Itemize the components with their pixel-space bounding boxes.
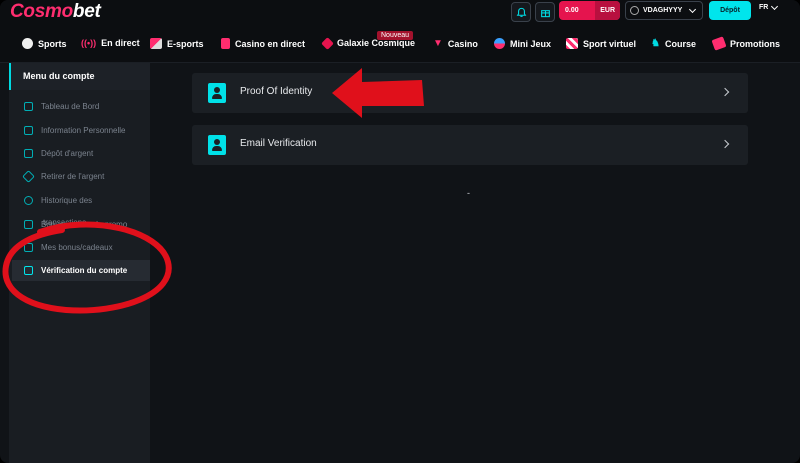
- nav-item-promotions[interactable]: Promotions: [711, 36, 781, 51]
- nav-item-esports[interactable]: E-sports: [150, 38, 204, 49]
- horse-icon: ♞: [651, 38, 660, 49]
- cocktail-icon: ▼: [433, 38, 443, 49]
- logo-part1: Cosmo: [10, 1, 73, 22]
- sidebar-item-label: Dépôt d'argent: [41, 149, 94, 158]
- annotation-arrow: [332, 68, 424, 118]
- slot-icon: [494, 38, 505, 49]
- id-badge-icon: [208, 135, 226, 155]
- nav-label: Course: [664, 38, 696, 49]
- card-label: Email Verification: [240, 138, 317, 149]
- live-icon: ((•)): [81, 38, 97, 48]
- brand-logo[interactable]: Cosmobet: [10, 1, 101, 23]
- annotation-circle: [2, 221, 172, 314]
- chevron-down-icon: [689, 5, 697, 13]
- user-icon: [630, 6, 639, 15]
- proof-of-identity-card[interactable]: Proof Of Identity: [192, 73, 748, 113]
- balance-amount: 0.00: [565, 7, 579, 14]
- nav-label: En direct: [101, 38, 140, 48]
- ball-icon: [22, 38, 33, 49]
- sidebar-item-label: Tableau de Bord: [41, 102, 100, 111]
- nav-label: Casino en direct: [235, 38, 306, 49]
- sidebar-item-label: Retirer de l'argent: [41, 172, 105, 181]
- logo-part2: bet: [72, 1, 101, 22]
- placeholder-dash: -: [467, 188, 470, 198]
- language-selector[interactable]: FR: [759, 2, 779, 11]
- card-icon: [24, 149, 33, 158]
- sidebar-item-withdraw[interactable]: Retirer de l'argent: [12, 166, 150, 187]
- withdraw-icon: [22, 170, 35, 183]
- chevron-right-icon: [720, 87, 730, 97]
- nav-label: Sport virtuel: [583, 38, 637, 49]
- app-window: Cosmobet 0.00 EUR VDAGHYYY Dépôt FR Spor…: [0, 0, 800, 463]
- nav-label: E-sports: [167, 38, 204, 49]
- nav-item-sport-virtuel[interactable]: Sport virtuel: [566, 38, 636, 49]
- top-bar: Cosmobet 0.00 EUR VDAGHYYY Dépôt FR: [0, 0, 800, 26]
- nav-item-live[interactable]: ((•)) En direct: [81, 38, 140, 48]
- sidebar-item-deposit[interactable]: Dépôt d'argent: [12, 143, 150, 164]
- nav-item-mini-jeux[interactable]: Mini Jeux: [494, 38, 551, 49]
- gift-icon[interactable]: [535, 2, 555, 22]
- nav-label: Sports: [38, 38, 67, 49]
- nav-item-sports[interactable]: Sports: [22, 38, 67, 49]
- dashboard-icon: [24, 102, 33, 111]
- sidebar-item-label: Historique des: [41, 196, 93, 205]
- nav-label: Promotions: [730, 38, 781, 49]
- ticket-icon: [711, 36, 727, 51]
- bell-icon[interactable]: [511, 2, 531, 22]
- new-badge: Nouveau: [377, 31, 414, 40]
- id-badge-icon: [208, 83, 226, 103]
- email-verification-card[interactable]: Email Verification: [192, 125, 748, 165]
- nav-item-casino[interactable]: ▼ Casino: [433, 38, 478, 49]
- username: VDAGHYYY: [643, 7, 683, 14]
- nav-item-course[interactable]: ♞ Course: [651, 38, 696, 49]
- chevron-right-icon: [720, 139, 730, 149]
- balance-display[interactable]: 0.00 EUR: [559, 1, 620, 20]
- language-label: FR: [759, 4, 769, 11]
- card-label: Proof Of Identity: [240, 86, 313, 97]
- id-card-icon: [24, 126, 33, 135]
- nav-item-live-casino[interactable]: Casino en direct: [221, 38, 305, 49]
- nav-label: Casino: [447, 38, 478, 49]
- history-icon: [24, 196, 33, 205]
- flag-icon: [566, 38, 578, 49]
- user-menu[interactable]: VDAGHYYY: [625, 1, 703, 20]
- balance-currency: EUR: [595, 1, 620, 20]
- controller-icon: [150, 38, 162, 49]
- nav-label: Mini Jeux: [510, 38, 552, 49]
- sidebar-title: Menu du compte: [9, 63, 150, 90]
- rocket-icon: [321, 36, 334, 50]
- sidebar-item-label: Information Personnelle: [41, 126, 126, 135]
- sidebar-item-personal-info[interactable]: Information Personnelle: [12, 120, 150, 141]
- cards-icon: [221, 38, 230, 49]
- deposit-button[interactable]: Dépôt: [709, 1, 751, 20]
- chevron-down-icon: [771, 2, 779, 10]
- sidebar-item-dashboard[interactable]: Tableau de Bord: [12, 96, 150, 117]
- sidebar-item-history[interactable]: Historique des: [12, 190, 150, 211]
